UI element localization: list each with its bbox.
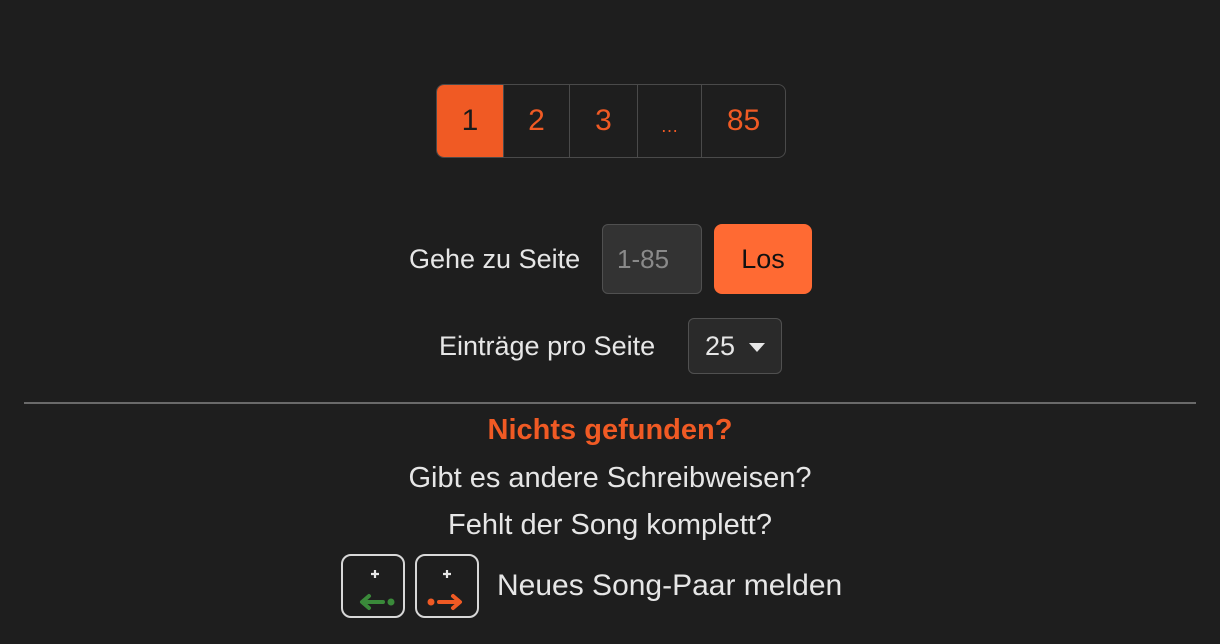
per-page-select[interactable]: 25 xyxy=(688,318,782,374)
page-link-2[interactable]: 2 xyxy=(503,85,569,157)
page-ellipsis: … xyxy=(637,85,701,157)
per-page-value: 25 xyxy=(705,330,736,361)
goto-page-input[interactable] xyxy=(602,224,702,294)
per-page-label: Einträge pro Seite xyxy=(439,331,656,361)
add-pair-left-button[interactable] xyxy=(341,554,405,618)
goto-page-form: Gehe zu Seite Los xyxy=(0,224,1220,294)
page: 1 2 3 … 85 Gehe zu Seite Los Einträge pr… xyxy=(0,0,1220,644)
pagination: 1 2 3 … 85 xyxy=(436,84,786,158)
caret-down-icon xyxy=(749,343,765,352)
page-link-85[interactable]: 85 xyxy=(701,85,785,157)
divider xyxy=(24,402,1196,404)
add-pair-right-button[interactable] xyxy=(415,554,479,618)
nothing-found-heading: Nichts gefunden? xyxy=(487,414,733,446)
add-pair-left-icon xyxy=(360,570,395,610)
goto-page-button[interactable]: Los xyxy=(714,224,812,294)
add-pair-right-icon xyxy=(427,570,462,610)
report-song-pair-link[interactable]: Neues Song-Paar melden xyxy=(497,564,842,608)
alt-spellings-text: Gibt es andere Schreibweisen? xyxy=(408,462,812,494)
goto-page-label: Gehe zu Seite xyxy=(409,244,581,274)
missing-song-text: Fehlt der Song komplett? xyxy=(447,509,772,541)
page-link-3[interactable]: 3 xyxy=(569,85,637,157)
page-link-1[interactable]: 1 xyxy=(437,85,503,157)
